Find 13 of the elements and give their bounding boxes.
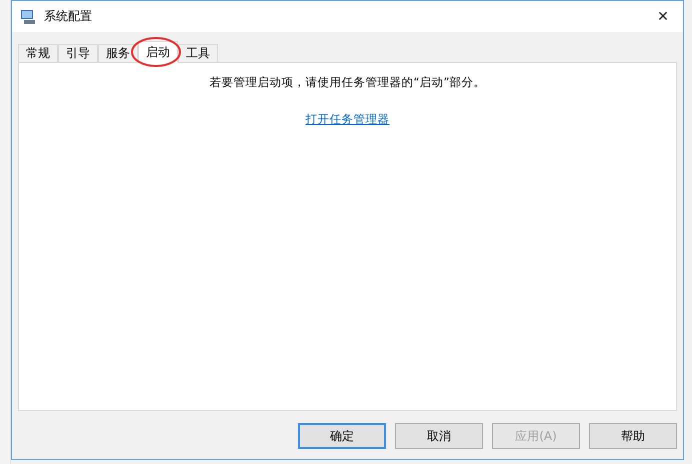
computer-icon	[20, 8, 36, 24]
tab[interactable]: 启动	[138, 41, 178, 63]
dialog-button[interactable]: 取消	[395, 423, 483, 449]
tab[interactable]: 常规	[18, 44, 58, 63]
instruction-text: 若要管理启动项，请使用任务管理器的“启动”部分。	[210, 75, 486, 90]
dialog-button[interactable]: 确定	[298, 423, 386, 449]
tab[interactable]: 服务	[98, 44, 138, 63]
window-title: 系统配置	[44, 8, 93, 25]
task-manager-link[interactable]: 打开任务管理器	[306, 112, 390, 127]
tab[interactable]: 引导	[58, 44, 98, 63]
close-button[interactable]: ✕	[643, 1, 683, 32]
dialog-button[interactable]: 帮助	[589, 423, 677, 449]
tab[interactable]: 工具	[178, 44, 218, 63]
